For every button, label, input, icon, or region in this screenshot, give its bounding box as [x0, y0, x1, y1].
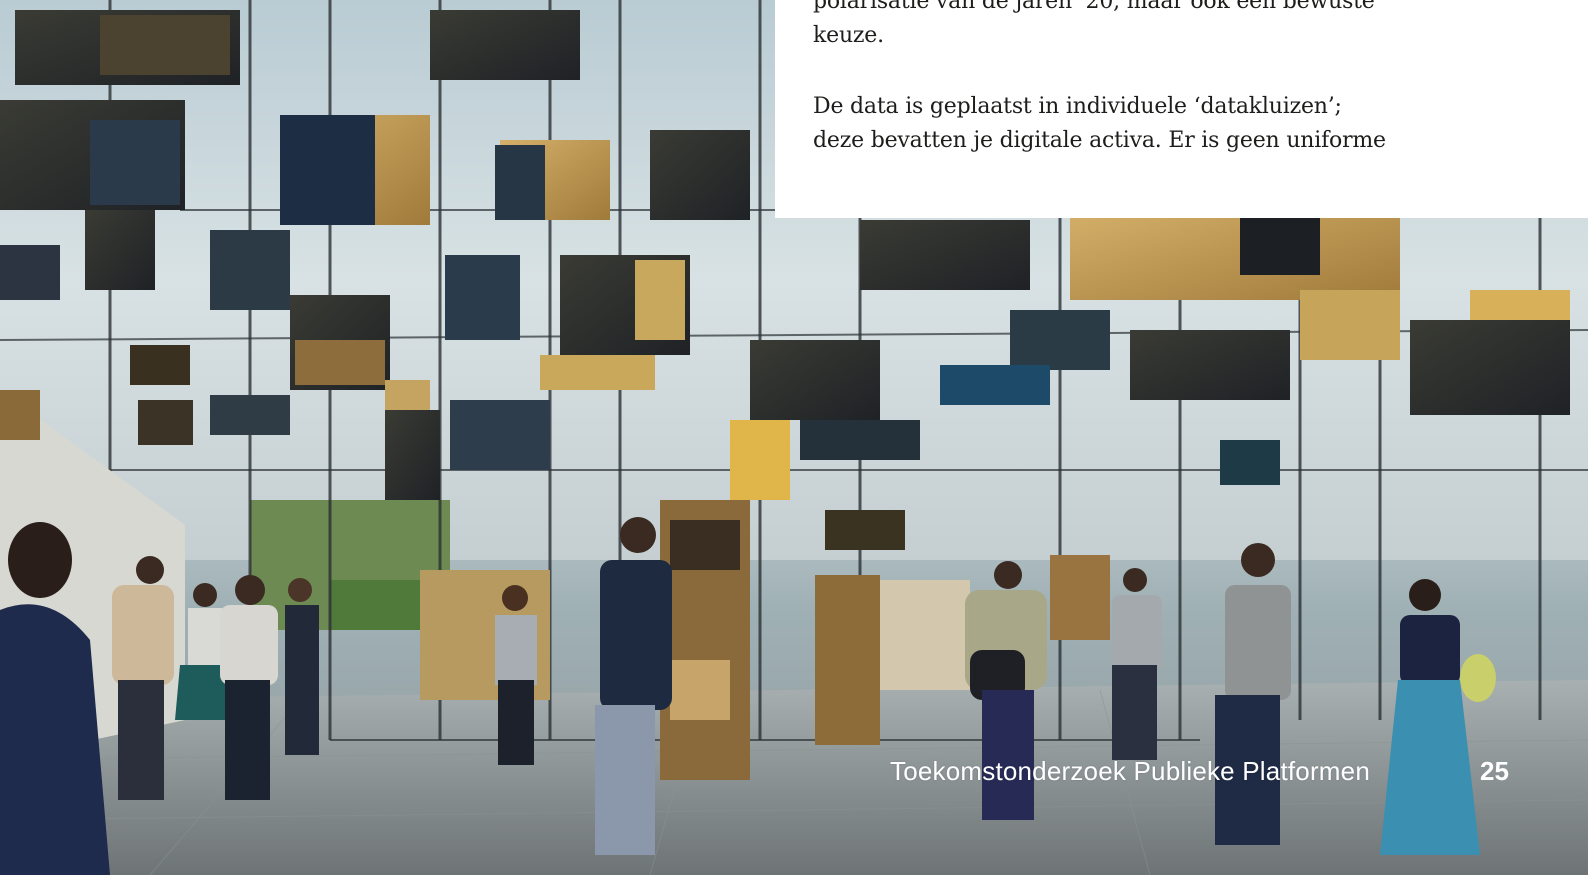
body-line-3: De data is geplaatst in individuele ‘dat…	[813, 94, 1342, 119]
page-number: 25	[1480, 756, 1509, 786]
body-line-1: polarisatie van de jaren ’20, maar ook e…	[813, 0, 1375, 14]
body-line-2: keuze.	[813, 23, 884, 48]
paragraph-1: polarisatie van de jaren ’20, maar ook e…	[813, 0, 1553, 53]
body-line-4: deze bevatten je digitale activa. Er is …	[813, 128, 1386, 153]
paragraph-2: De data is geplaatst in individuele ‘dat…	[813, 90, 1553, 158]
text-panel: polarisatie van de jaren ’20, maar ook e…	[775, 0, 1588, 218]
document-page: polarisatie van de jaren ’20, maar ook e…	[0, 0, 1588, 875]
footer-publication-title: Toekomstonderzoek Publieke Platformen	[890, 756, 1370, 786]
